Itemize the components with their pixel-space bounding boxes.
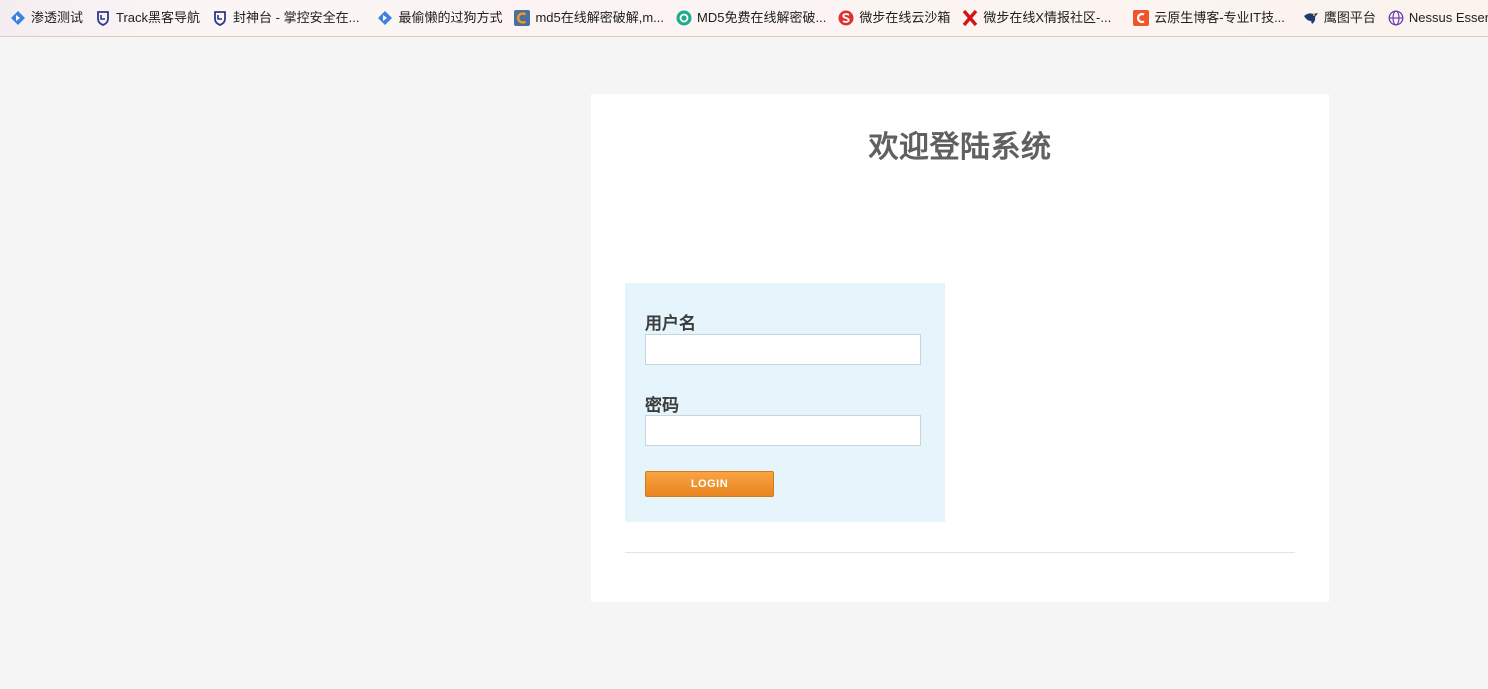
cycle-logo-icon xyxy=(676,10,692,26)
bookmark-item[interactable]: 微步在线云沙箱 xyxy=(838,6,950,30)
page-title: 欢迎登陆系统 xyxy=(868,131,1052,164)
bookmark-item[interactable]: md5在线解密破解,m... xyxy=(514,6,664,30)
bookmark-label: 微步在线X情报社区-... xyxy=(983,10,1112,25)
login-form: 用户名 密码 LOGIN xyxy=(625,283,945,522)
bookmark-label: 最偷懒的过狗方式 xyxy=(398,10,503,25)
bookmark-label: 鹰图平台 xyxy=(1323,10,1376,25)
shield-icon xyxy=(95,10,111,26)
bookmark-label: md5在线解密破解,m... xyxy=(535,10,665,25)
s-logo-icon xyxy=(838,10,854,26)
username-label: 用户名 xyxy=(645,314,696,333)
x-logo-icon xyxy=(962,10,978,26)
c-logo-icon xyxy=(514,10,531,26)
bookmark-label: Nessus Essentials / F... xyxy=(1408,10,1488,25)
bookmark-item[interactable]: MD5免费在线解密破... xyxy=(676,6,826,30)
bookmark-item[interactable]: 鹰图平台 xyxy=(1303,6,1376,30)
bookmark-item[interactable]: 云原生博客-专业IT技... xyxy=(1133,6,1285,30)
diamond-arrow-icon xyxy=(377,10,393,26)
bookmarks-bar: 渗透测试 Track黑客导航 封神台 - 掌控安全在... 最偷懒的过狗方式 m… xyxy=(0,0,1488,37)
globe-icon xyxy=(1388,10,1404,26)
bookmark-item[interactable]: Track黑客导航 xyxy=(95,6,200,30)
login-button[interactable]: LOGIN xyxy=(645,471,774,497)
bookmark-item[interactable]: 最偷懒的过狗方式 xyxy=(377,6,502,30)
bookmark-item[interactable]: 封神台 - 掌控安全在... xyxy=(212,6,359,30)
bookmark-item[interactable]: 渗透测试 xyxy=(10,6,83,30)
bookmark-label: 云原生博客-专业IT技... xyxy=(1154,10,1285,25)
diamond-arrow-icon xyxy=(10,10,26,26)
password-label: 密码 xyxy=(645,396,679,415)
eagle-icon xyxy=(1303,10,1319,26)
bookmark-label: MD5免费在线解密破... xyxy=(697,10,827,25)
c-square-icon xyxy=(1133,10,1150,26)
shield-icon xyxy=(212,10,228,26)
bookmark-label: 渗透测试 xyxy=(31,10,84,25)
bookmark-label: Track黑客导航 xyxy=(116,10,201,25)
bookmark-label: 封神台 - 掌控安全在... xyxy=(233,10,360,25)
bookmark-label: 微步在线云沙箱 xyxy=(859,10,951,25)
bookmark-item[interactable]: 微步在线X情报社区-... xyxy=(962,6,1111,30)
login-panel: 欢迎登陆系统 用户名 密码 LOGIN xyxy=(591,94,1329,602)
divider xyxy=(625,552,1295,553)
username-input[interactable] xyxy=(645,334,921,365)
password-input[interactable] xyxy=(645,415,921,446)
bookmark-item[interactable]: Nessus Essentials / F... xyxy=(1388,6,1488,30)
